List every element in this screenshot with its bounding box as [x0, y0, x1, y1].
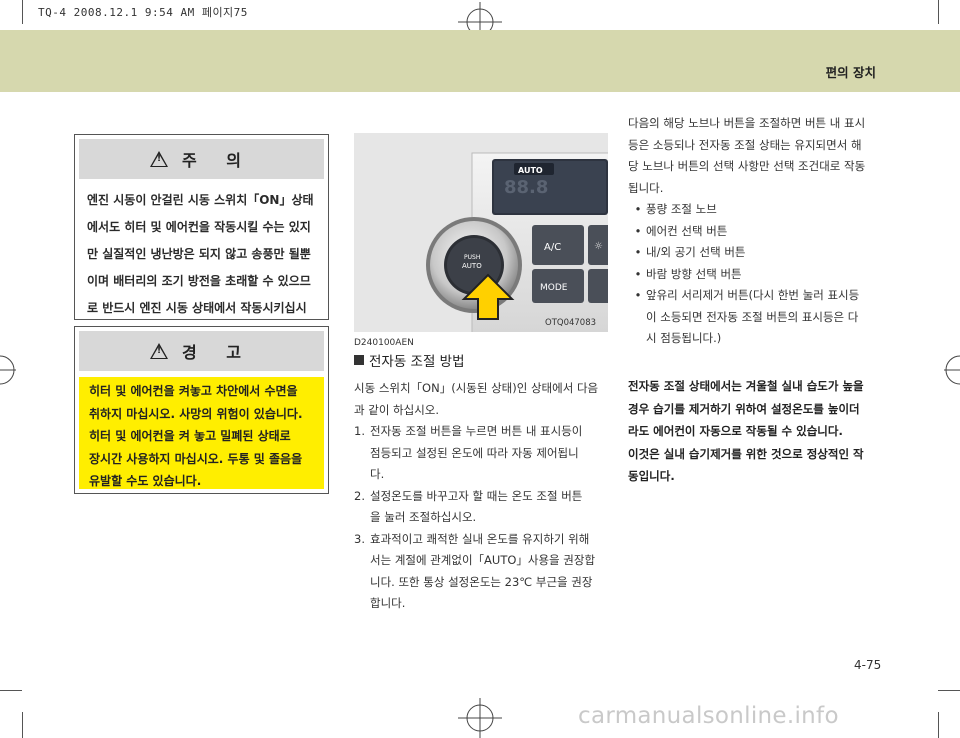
step-line: 서는 계절에 관계없이「AUTO」사용을 권장합	[370, 553, 596, 567]
warning-line: 장시간 사용하지 마십시오. 두통 및 졸음을	[89, 451, 303, 466]
bold-note-line: 동입니다.	[628, 469, 675, 483]
step-line: 설정온도를 바꾸고자 할 때는 온도 조절 버튼	[370, 488, 583, 503]
warning-title: 경 고	[181, 343, 253, 362]
right-intro-line: 등은 소등되나 전자동 조절 상태는 유지되면서 해	[628, 137, 862, 152]
subheading: 전자동 조절 방법	[354, 350, 465, 370]
step-line: 전자동 조절 버튼을 누르면 버튼 내 표시등이	[370, 424, 583, 438]
bullet-line: 이 소등되면 전자동 조절 버튼의 표시등은 다	[646, 309, 859, 324]
header-band	[0, 30, 960, 92]
crop-mark	[938, 712, 939, 738]
bullet-item: • 내/외 공기 선택 버튼	[628, 242, 884, 264]
bullet-dot-icon: •	[634, 223, 642, 238]
right-intro-line: 됩니다.	[628, 180, 664, 195]
svg-text:88.8: 88.8	[504, 177, 548, 198]
right-intro-line: 당 노브나 버튼의 선택 사항만 선택 조건대로 작동	[628, 159, 866, 173]
right-intro-line: 다음의 해당 노브나 버튼을 조절하면 버튼 내 표시	[628, 116, 866, 130]
step-line: 니다. 또한 통상 설정온도는 23℃ 부근을 권장	[370, 574, 593, 589]
registration-mark-left	[0, 355, 16, 385]
square-bullet-icon	[354, 355, 364, 365]
bullet-line: 내/외 공기 선택 버튼	[646, 245, 746, 259]
ac-button-label: A/C	[544, 242, 561, 253]
step-item: 1. 전자동 조절 버튼을 누르면 버튼 내 표시등이 점등되고 설정된 온도에…	[354, 421, 608, 486]
watermark: carmanualsonline.info	[578, 703, 839, 729]
knob-push-label: PUSH	[464, 254, 480, 261]
bullet-item: • 에어컨 선택 버튼	[628, 221, 884, 243]
bold-note-line: 경우 습기를 제거하기 위하여 설정온도를 높이더	[628, 401, 860, 416]
bullet-dot-icon: •	[634, 266, 642, 281]
bullet-dot-icon: •	[634, 288, 642, 302]
caution-line: 이며 배터리의 조기 방전을 초래할 수 있으므	[87, 274, 311, 288]
bullet-line: 풍량 조절 노브	[646, 202, 717, 216]
bullet-line: 에어컨 선택 버튼	[646, 223, 728, 238]
step-line: 점등되고 설정된 온도에 따라 자동 제어됩니	[370, 445, 579, 460]
caution-line: 에서도 히터 및 에어컨을 작동시킬 수는 있지	[87, 220, 311, 234]
caution-title: 주 의	[181, 151, 253, 170]
page-number: 4-75	[854, 658, 882, 672]
section-title: 편의 장치	[825, 65, 876, 80]
warning-line: 취하지 마십시오. 사망의 위험이 있습니다.	[89, 406, 303, 421]
bold-note-line: 라도 에어컨이 자동으로 작동될 수 있습니다.	[628, 424, 843, 438]
registration-mark-bottom	[458, 698, 502, 738]
step-number: 3.	[354, 531, 365, 546]
warning-body: 히터 및 에어컨을 켜놓고 차안에서 수면을 취하지 마십시오. 사망의 위험이…	[79, 377, 324, 489]
bullet-dot-icon: •	[634, 245, 642, 259]
step-item: 2. 설정온도를 바꾸고자 할 때는 온도 조절 버튼 을 눌러 조절하십시오.	[354, 486, 608, 529]
knob-auto-label: AUTO	[462, 262, 482, 270]
right-column-text: 다음의 해당 노브나 버튼을 조절하면 버튼 내 표시 등은 소등되나 전자동 …	[628, 113, 884, 350]
warning-line: 히터 및 에어컨을 켜 놓고 밀폐된 상태로	[89, 429, 291, 443]
warning-header: ! 경 고	[79, 331, 324, 371]
intro-line: 과 같이 하십시오.	[354, 402, 440, 417]
bold-note-line: 이것은 실내 습기제거를 위한 것으로 정상적인 작	[628, 446, 864, 461]
reference-code: D240100AEN	[354, 338, 414, 348]
climate-panel-illustration: 88.8 AUTO A/C ☼ MODE PUSH AUTO	[354, 133, 608, 332]
crop-mark	[22, 0, 23, 24]
warning-triangle-icon: !	[149, 151, 168, 167]
step-item: 3. 효과적이고 쾌적한 실내 온도를 유지하기 위해 서는 계절에 관계없이「…	[354, 529, 608, 615]
caution-body: 엔진 시동이 안걸린 시동 스위치「ON」상태 에서도 히터 및 에어컨을 작동…	[75, 179, 328, 349]
bold-note-line: 전자동 조절 상태에서는 겨울철 실내 습도가 높을	[628, 379, 864, 393]
crop-mark	[938, 0, 939, 24]
mode-button-label: MODE	[540, 283, 568, 293]
mid-column-text: 시동 스위치「ON」(시동된 상태)인 상태에서 다음 과 같이 하십시오. 1…	[354, 378, 608, 615]
bullet-item: • 앞유리 서리제거 버튼(다시 한번 눌러 표시등 이 소등되면 전자동 조절…	[628, 285, 884, 350]
climate-control-photo: 88.8 AUTO A/C ☼ MODE PUSH AUTO	[354, 133, 608, 332]
step-number: 1.	[354, 424, 365, 438]
step-line: 효과적이고 쾌적한 실내 온도를 유지하기 위해	[370, 531, 590, 546]
intro-line: 시동 스위치「ON」(시동된 상태)인 상태에서 다음	[354, 381, 599, 395]
print-header: TQ-4 2008.12.1 9:54 AM 페이지75	[38, 6, 248, 19]
caution-line: 만 실질적인 냉난방은 되지 않고 송풍만 될뿐	[87, 247, 311, 261]
crop-mark	[22, 712, 23, 738]
warning-line: 유발할 수도 있습니다.	[89, 474, 202, 488]
bullet-line: 바람 방향 선택 버튼	[646, 266, 742, 281]
bullet-item: • 바람 방향 선택 버튼	[628, 264, 884, 286]
step-line: 다.	[370, 467, 385, 481]
crop-mark	[938, 690, 960, 691]
warning-triangle-icon: !	[149, 343, 168, 359]
display-auto-label: AUTO	[518, 166, 543, 175]
bullet-dot-icon: •	[634, 202, 642, 216]
step-number: 2.	[354, 488, 365, 503]
photo-code: OTQ047083	[545, 318, 597, 328]
defrost-icon: ☼	[594, 241, 603, 252]
subheading-text: 전자동 조절 방법	[369, 354, 465, 370]
bullet-item: • 풍량 조절 노브	[628, 199, 884, 221]
registration-mark-right	[944, 355, 960, 385]
caution-line: 엔진 시동이 안걸린 시동 스위치「ON」상태	[87, 193, 314, 207]
caution-line: 로 반드시 엔진 시동 상태에서 작동시키십시	[87, 301, 307, 315]
bullet-line: 시 점등됩니다.)	[646, 331, 722, 345]
caution-header: ! 주 의	[79, 139, 324, 179]
bullet-line: 앞유리 서리제거 버튼(다시 한번 눌러 표시등	[646, 288, 860, 302]
step-line: 을 눌러 조절하십시오.	[370, 510, 477, 524]
right-bold-note: 전자동 조절 상태에서는 겨울철 실내 습도가 높을 경우 습기를 제거하기 위…	[628, 375, 884, 488]
warning-box: ! 경 고 히터 및 에어컨을 켜놓고 차안에서 수면을 취하지 마십시오. 사…	[74, 326, 329, 494]
step-line: 합니다.	[370, 596, 406, 610]
warning-line: 히터 및 에어컨을 켜놓고 차안에서 수면을	[89, 384, 298, 398]
caution-box: ! 주 의 엔진 시동이 안걸린 시동 스위치「ON」상태 에서도 히터 및 에…	[74, 134, 329, 342]
crop-mark	[0, 690, 22, 691]
